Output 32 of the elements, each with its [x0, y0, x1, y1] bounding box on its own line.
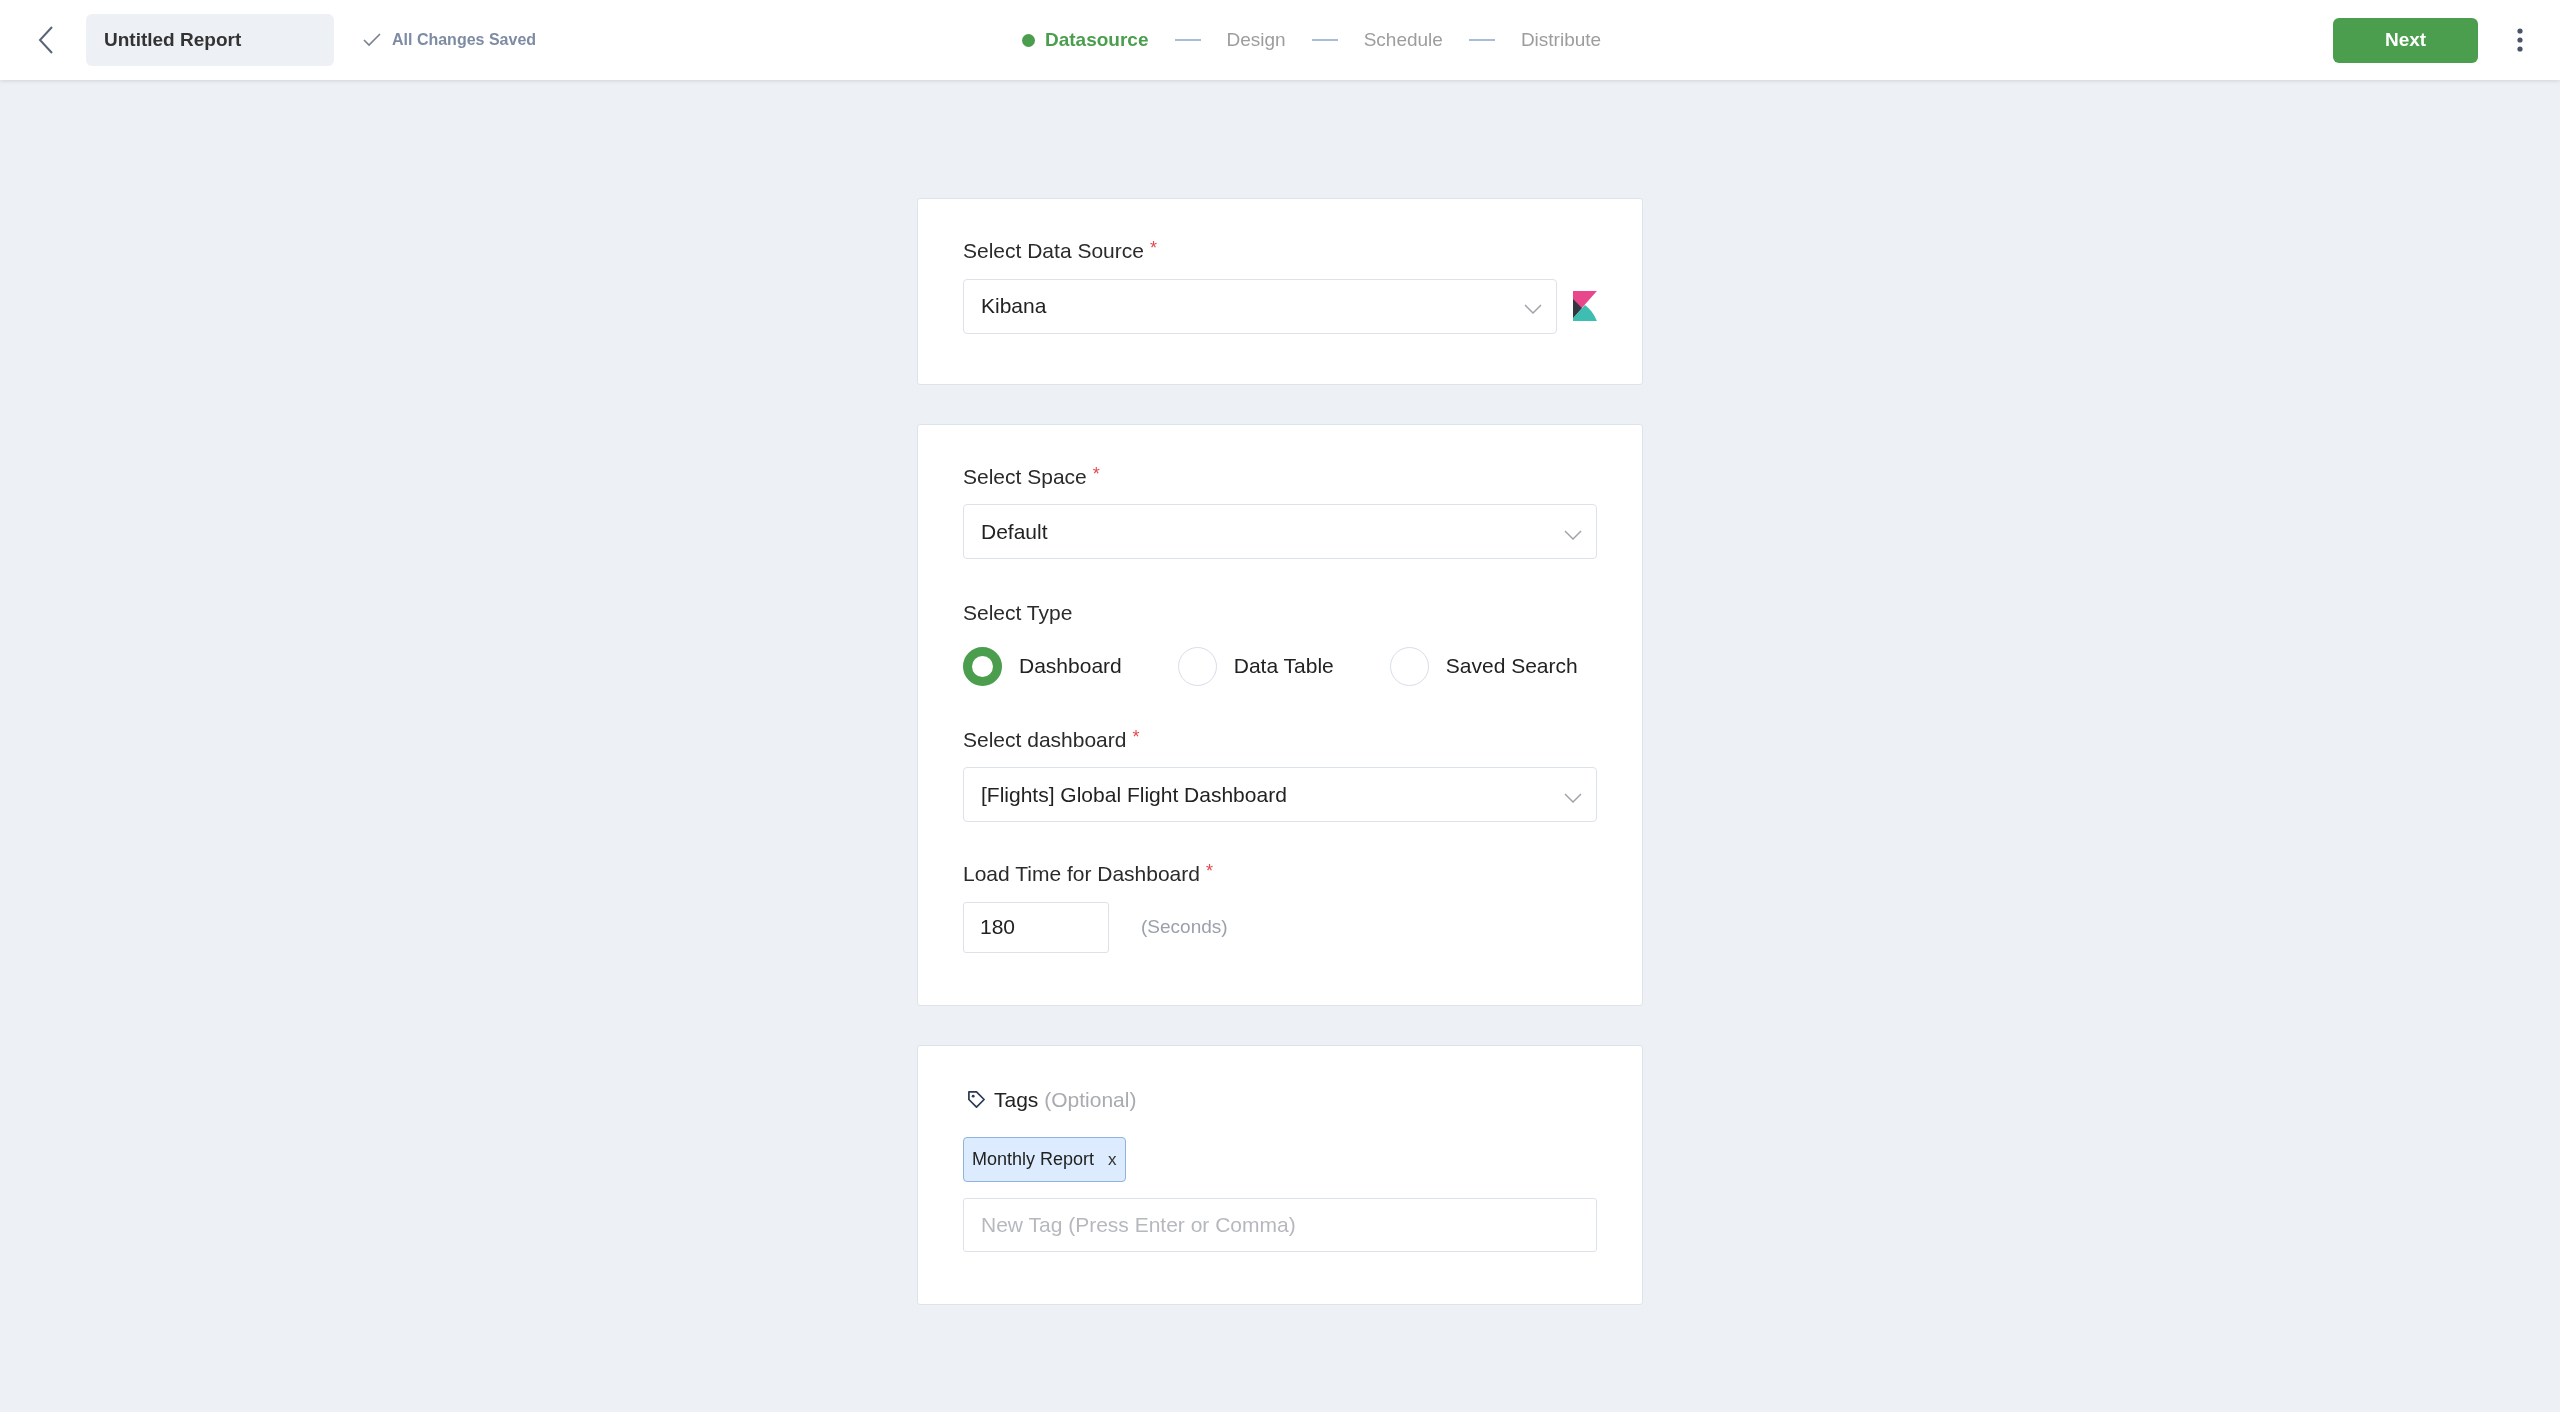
- field-label: Select Space: [963, 464, 1087, 488]
- data-source-dropdown[interactable]: Kibana: [963, 278, 1558, 334]
- load-time-field[interactable]: 180: [963, 901, 1109, 953]
- tag-icon: [967, 1089, 986, 1109]
- radio-option[interactable]: Saved Search: [1389, 646, 1578, 686]
- new-tag-field[interactable]: New Tag (Press Enter or Comma): [963, 1198, 1597, 1252]
- field-label: Select Type: [963, 601, 1073, 624]
- chevron-down-icon: [1564, 792, 1582, 803]
- required-mark: *: [1149, 238, 1157, 258]
- required-mark: *: [1205, 861, 1213, 881]
- more-options-icon[interactable]: [2516, 27, 2524, 53]
- required-mark: *: [1132, 726, 1140, 747]
- unit-label: (Seconds): [1141, 914, 1228, 939]
- space-dropdown[interactable]: Default: [963, 504, 1597, 559]
- radio-option[interactable]: Data Table: [1177, 646, 1334, 686]
- radio-button[interactable]: [963, 646, 1002, 686]
- save-status: All Changes Saved: [392, 30, 537, 50]
- field-label: Select Data Source: [963, 239, 1144, 262]
- required-mark: *: [1092, 463, 1100, 484]
- check-icon: [362, 32, 382, 48]
- report-title-field[interactable]: Untitled Report: [86, 14, 334, 66]
- tags-label: Tags (Optional): [994, 1086, 1137, 1113]
- back-icon[interactable]: [36, 25, 56, 55]
- remove-tag-button[interactable]: x: [1108, 1146, 1117, 1173]
- chevron-down-icon: [1564, 529, 1582, 540]
- field-label: Load Time for Dashboard: [963, 862, 1200, 885]
- field-label: Select dashboard: [963, 727, 1127, 751]
- kibana-logo-icon: [1573, 291, 1597, 321]
- tag-label: Monthly Report: [972, 1148, 1095, 1171]
- chevron-down-icon: [1524, 304, 1543, 314]
- radio-option[interactable]: Dashboard: [963, 646, 1122, 686]
- dashboard-dropdown[interactable]: [Flights] Global Flight Dashboard: [963, 767, 1597, 822]
